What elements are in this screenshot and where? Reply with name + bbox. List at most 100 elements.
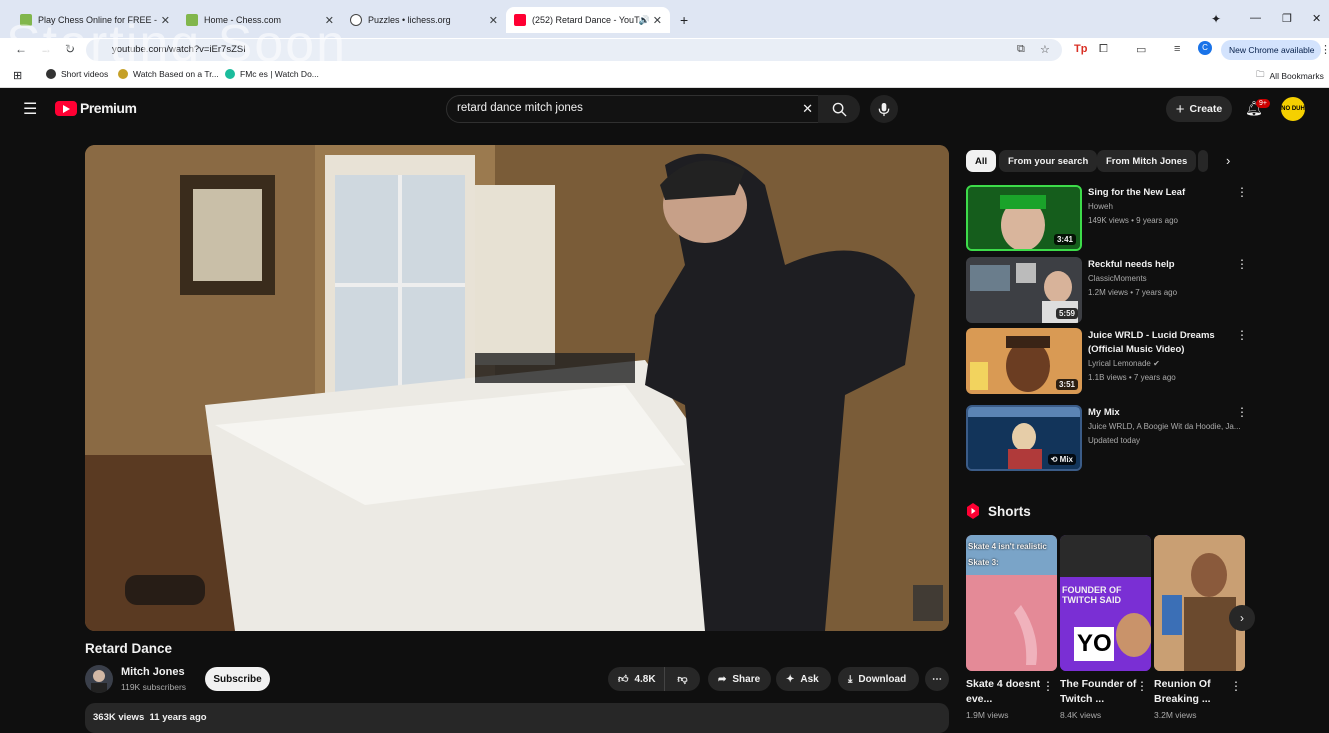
close-tab-icon[interactable]: ✕: [653, 14, 662, 27]
create-button[interactable]: + Create: [1166, 96, 1232, 122]
back-arrow-icon[interactable]: ←: [15, 42, 27, 56]
chips-next-chevron-icon[interactable]: ›: [1226, 153, 1230, 168]
share-label: Share: [732, 673, 761, 685]
bookmark-fmovies-icon: [225, 69, 235, 79]
forward-arrow-icon[interactable]: →: [40, 42, 52, 56]
share-button[interactable]: ➦ Share: [708, 667, 771, 691]
recommendation-mix-item[interactable]: ⟲ Mix My Mix Juice WRLD, A Boogie Wit da…: [966, 405, 1248, 471]
chrome-menu-icon[interactable]: ⋮: [1320, 43, 1329, 56]
browser-tab-chess-play[interactable]: Play Chess Online for FREE - 2 ✕: [12, 7, 178, 33]
recommendation-channel: Howeh: [1088, 202, 1113, 211]
chip-all[interactable]: All: [966, 150, 997, 172]
recommendation-channel: Lyrical Lemonade: [1088, 359, 1151, 368]
duration-badge: 5:59: [1055, 308, 1078, 319]
close-tab-icon[interactable]: ✕: [489, 14, 498, 27]
recommendation-item[interactable]: 3:41 Sing for the New Leaf Howeh 149K vi…: [966, 185, 1248, 251]
youtube-favicon-icon: [514, 14, 526, 26]
extensions-puzzle-icon[interactable]: ⧠: [1099, 43, 1108, 56]
menu-hamburger-icon[interactable]: ☰: [23, 99, 37, 119]
like-button[interactable]: 👍︎ 4.8K: [608, 667, 664, 691]
more-vertical-icon[interactable]: ⋮: [1136, 679, 1148, 693]
chess-favicon-icon: [20, 14, 32, 26]
dislike-button[interactable]: 👎︎: [664, 667, 700, 691]
video-thumbnail[interactable]: 3:41: [966, 185, 1082, 251]
bookmark-globe-icon: [46, 69, 56, 79]
chip-from-your-search[interactable]: From your search: [999, 150, 1098, 172]
bookmark-crown-icon: [118, 69, 128, 79]
youtube-premium-logo-text[interactable]: Premium: [80, 100, 137, 116]
bookmark-fmovies[interactable]: FMc es | Watch Do...: [225, 69, 319, 79]
recommendation-meta: 1.2M views • 7 years ago: [1088, 288, 1178, 297]
more-vertical-icon[interactable]: ⋮: [1236, 328, 1248, 342]
youtube-page: ☰ Premium retard dance mitch jones ✕ + Cr…: [0, 89, 1329, 733]
more-vertical-icon[interactable]: ⋮: [1236, 185, 1248, 199]
short-title[interactable]: Reunion Of Breaking ...: [1154, 677, 1234, 707]
install-app-icon[interactable]: ⧉: [1017, 43, 1025, 56]
search-button[interactable]: [818, 95, 860, 123]
mix-thumbnail[interactable]: ⟲ Mix: [966, 405, 1082, 471]
browser-tab-chess-home[interactable]: Home - Chess.com ✕: [178, 7, 342, 33]
side-panel-icon[interactable]: ▭: [1136, 43, 1146, 56]
bookmark-star-icon[interactable]: ☆: [1040, 43, 1050, 56]
chip-from-mitch-jones[interactable]: From Mitch Jones: [1097, 150, 1197, 172]
short-title[interactable]: Skate 4 doesnt eve...: [966, 677, 1046, 707]
account-avatar[interactable]: NO DUH: [1281, 97, 1305, 121]
gemini-icon[interactable]: ✦: [1211, 12, 1221, 26]
apps-grid-icon[interactable]: ⊞: [13, 69, 22, 82]
new-chrome-available-button[interactable]: New Chrome available: [1221, 40, 1321, 60]
ask-button[interactable]: ✦ Ask: [776, 667, 831, 691]
close-tab-icon[interactable]: ✕: [161, 14, 170, 27]
description-box[interactable]: 363K views 11 years ago: [85, 703, 949, 733]
short-thumbnail[interactable]: Skate 4 isn't realistic Skate 3:: [966, 535, 1057, 671]
media-controls-icon[interactable]: ≡: [1174, 43, 1180, 55]
browser-tab-lichess[interactable]: Puzzles • lichess.org ✕: [342, 7, 506, 33]
all-bookmarks-label: All Bookmarks: [1269, 71, 1324, 81]
video-player[interactable]: [85, 145, 949, 631]
channel-name[interactable]: Mitch Jones: [121, 666, 185, 678]
channel-avatar[interactable]: [85, 665, 113, 693]
lichess-favicon-icon: [350, 14, 362, 26]
video-title: Retard Dance: [85, 641, 173, 656]
short-thumbnail[interactable]: FOUNDER OF TWITCH SAID YO: [1060, 535, 1151, 671]
short-thumbnail[interactable]: [1154, 535, 1245, 671]
new-tab-button[interactable]: +: [672, 7, 696, 33]
speaker-icon[interactable]: 🔊: [639, 15, 650, 26]
close-window-icon[interactable]: ✕: [1312, 12, 1321, 25]
recommendation-item[interactable]: 5:59 Reckful needs help ClassicMoments 1…: [966, 257, 1248, 323]
minimize-icon[interactable]: —: [1250, 12, 1261, 24]
search-input[interactable]: retard dance mitch jones ✕: [446, 95, 824, 123]
address-bar[interactable]: youtube.com/watch?v=iEr7sZSI: [86, 39, 1062, 61]
more-vertical-icon[interactable]: ⋮: [1236, 405, 1248, 419]
create-label: Create: [1189, 103, 1223, 115]
browser-tab-youtube[interactable]: (252) Retard Dance - YouTu 🔊 ✕: [506, 7, 670, 33]
video-thumbnail[interactable]: 5:59: [966, 257, 1082, 323]
clear-search-icon[interactable]: ✕: [802, 101, 813, 117]
all-bookmarks-folder[interactable]: 🗀 All Bookmarks: [1256, 69, 1324, 83]
extension-tp-icon[interactable]: Tp: [1074, 43, 1087, 55]
more-actions-button[interactable]: ⋯: [925, 667, 949, 691]
download-label: Download: [858, 673, 907, 685]
video-thumbnail[interactable]: 3:51: [966, 328, 1082, 394]
bookmark-short-videos[interactable]: Short videos: [46, 69, 108, 79]
sparkle-icon: ✦: [786, 673, 795, 685]
more-vertical-icon[interactable]: ⋮: [1042, 679, 1054, 693]
chip-partial[interactable]: [1198, 150, 1208, 172]
shorts-next-button[interactable]: ›: [1229, 605, 1255, 631]
search-query: retard dance mitch jones: [457, 102, 583, 114]
recommendation-item[interactable]: 3:51 Juice WRLD - Lucid Dreams (Official…: [966, 328, 1248, 394]
duration-badge: 3:41: [1053, 234, 1076, 245]
profile-avatar[interactable]: C: [1198, 41, 1212, 55]
recommendation-meta: 149K views • 9 years ago: [1088, 216, 1178, 225]
short-title[interactable]: The Founder of Twitch ...: [1060, 677, 1140, 707]
voice-search-button[interactable]: [870, 95, 898, 123]
maximize-icon[interactable]: ❐: [1282, 12, 1292, 25]
close-tab-icon[interactable]: ✕: [325, 14, 334, 27]
download-button[interactable]: ⤓ Download: [838, 667, 919, 691]
youtube-logo-icon[interactable]: [55, 101, 77, 116]
ask-label: Ask: [800, 673, 819, 685]
more-vertical-icon[interactable]: ⋮: [1230, 679, 1242, 693]
more-vertical-icon[interactable]: ⋮: [1236, 257, 1248, 271]
reload-icon[interactable]: ↻: [65, 42, 75, 56]
subscribe-button[interactable]: Subscribe: [205, 667, 270, 691]
bookmark-watch-based[interactable]: Watch Based on a Tr...: [118, 69, 219, 79]
